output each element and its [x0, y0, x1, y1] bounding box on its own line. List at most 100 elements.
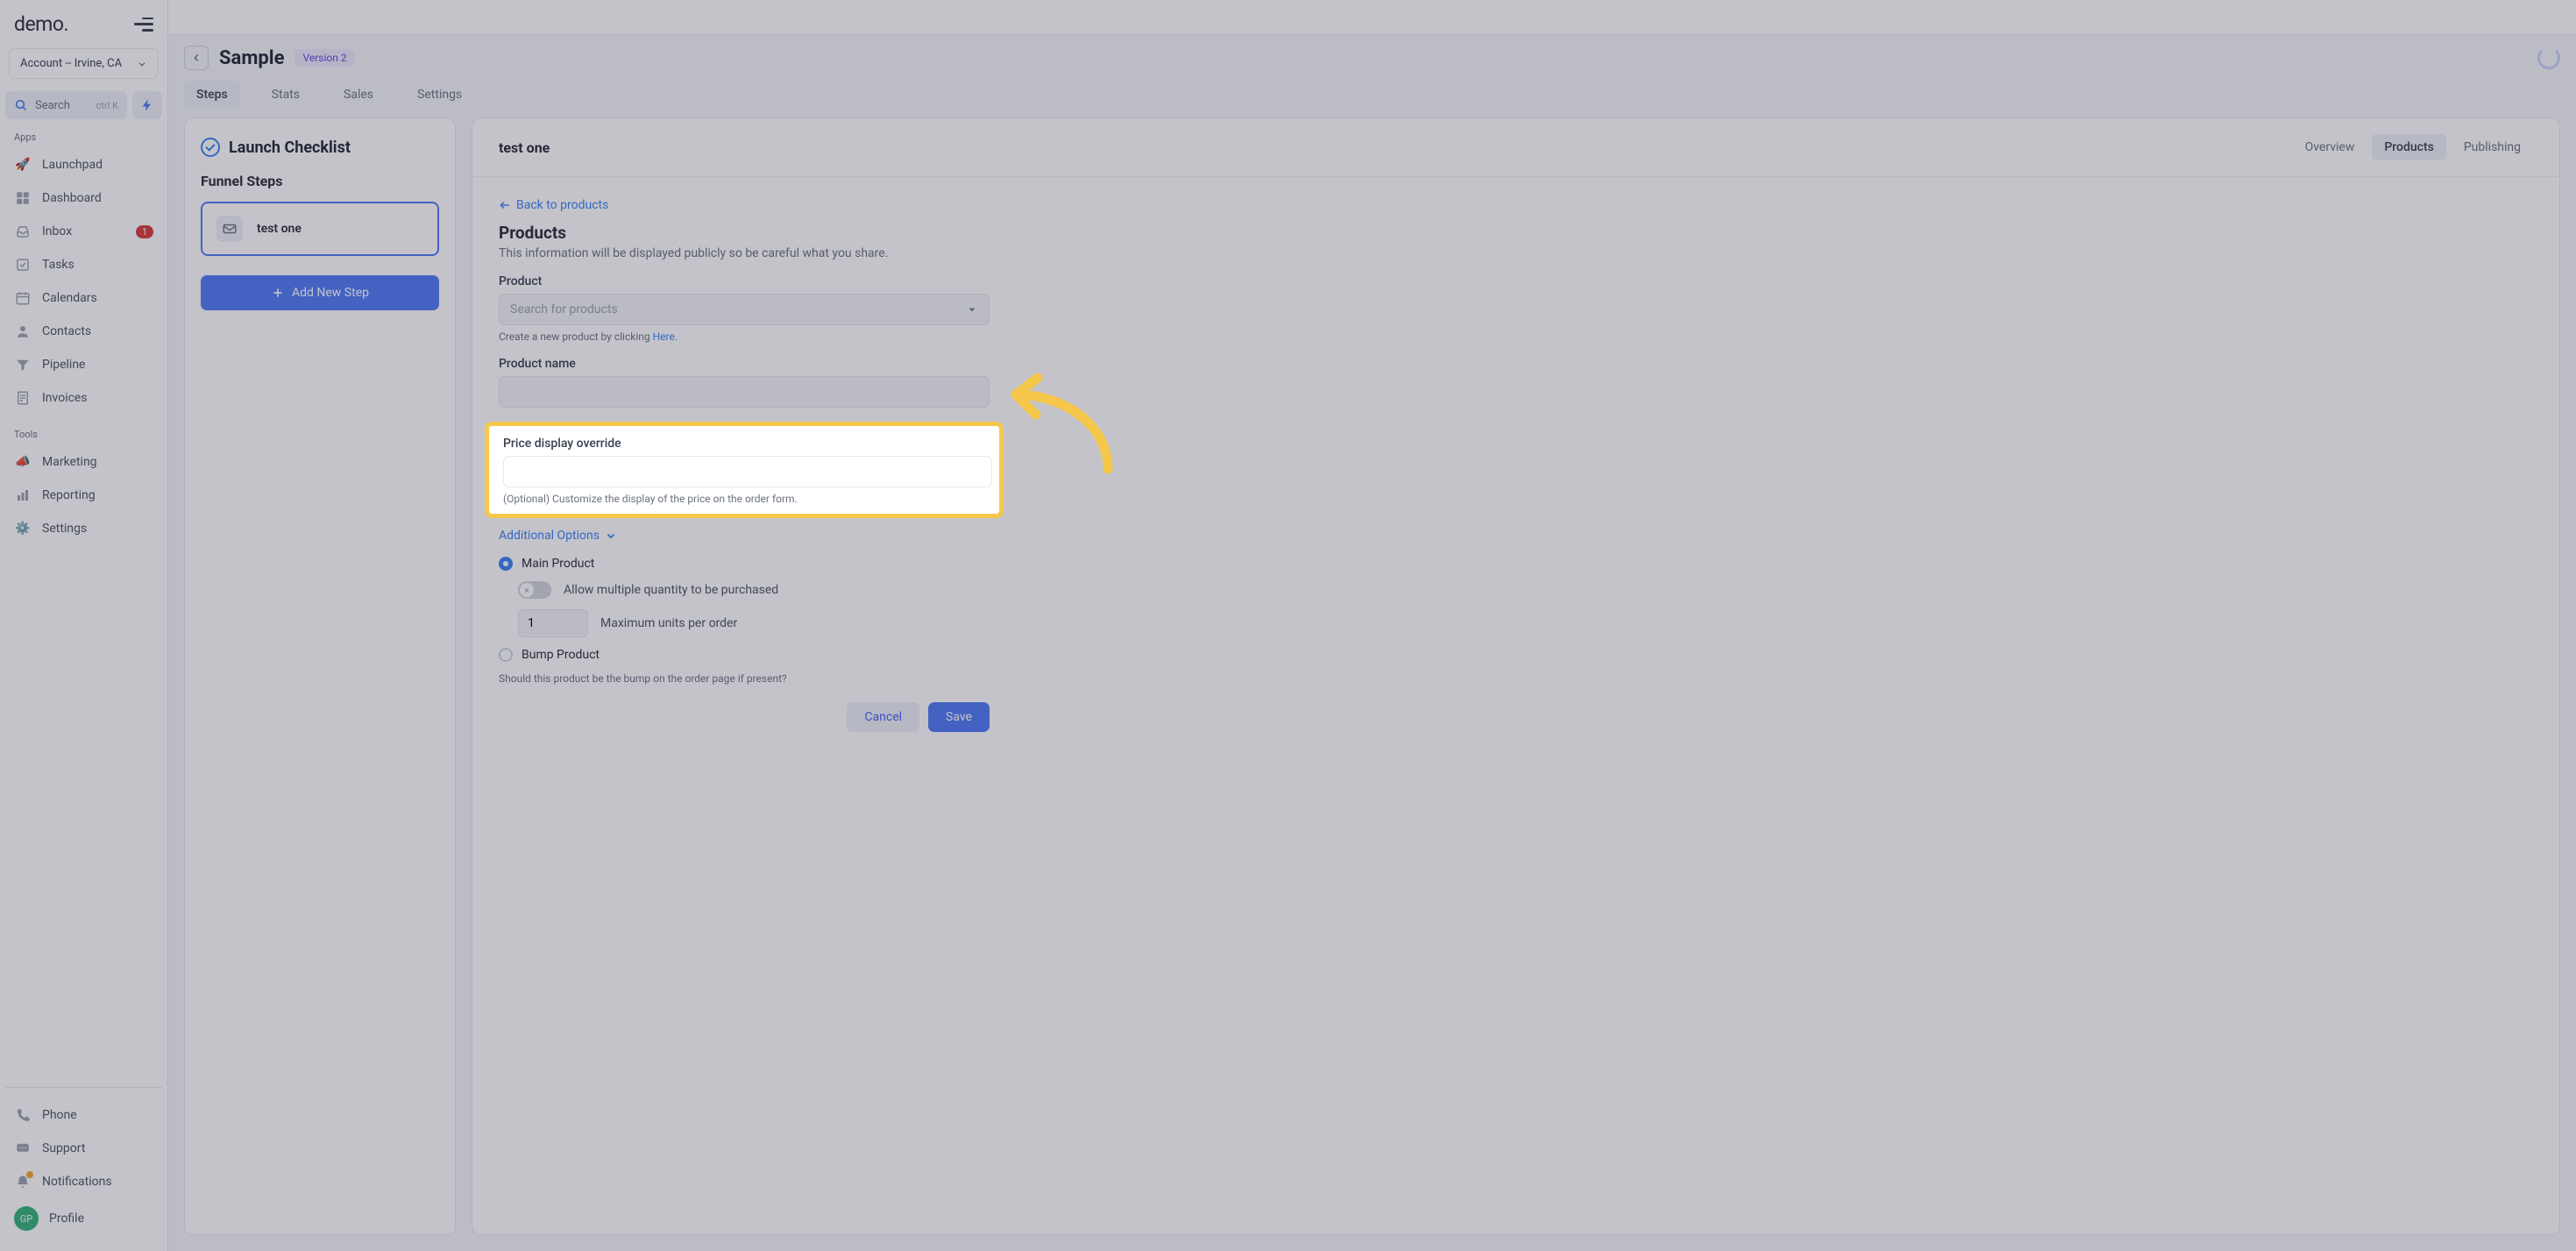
detail-panel: test one Overview Products Publishing Ba… — [472, 117, 2560, 1235]
invoice-icon — [14, 389, 32, 407]
page-header: Sample Version 2 — [168, 35, 2576, 81]
plus-icon — [271, 286, 285, 300]
nav-tasks[interactable]: Tasks — [5, 248, 162, 281]
max-units-input[interactable] — [518, 609, 588, 637]
launch-checklist-title[interactable]: Launch Checklist — [229, 139, 351, 157]
nav-launchpad[interactable]: 🚀Launchpad — [5, 148, 162, 181]
detail-tab-overview[interactable]: Overview — [2293, 134, 2367, 160]
product-name-input[interactable] — [499, 376, 990, 408]
envelope-icon — [216, 216, 243, 242]
main-product-label: Main Product — [522, 557, 594, 571]
chevron-left-icon — [190, 52, 202, 64]
product-placeholder: Search for products — [510, 302, 618, 316]
price-override-helper: (Optional) Customize the display of the … — [500, 493, 989, 505]
calendar-icon — [14, 289, 32, 307]
allow-multiple-toggle[interactable] — [518, 581, 551, 599]
account-label: Account -- Irvine, CA — [20, 57, 122, 70]
main: Sample Version 2 Steps Stats Sales Setti… — [168, 0, 2576, 1251]
section-heading: Products — [499, 223, 2533, 243]
product-helper: Create a new product by clicking Here. — [499, 331, 990, 343]
step-name: test one — [257, 222, 302, 236]
additional-options-toggle[interactable]: Additional Options — [499, 529, 617, 543]
search-kbd: ctrl K — [96, 100, 118, 111]
tab-settings[interactable]: Settings — [405, 81, 474, 109]
detail-title: test one — [499, 139, 550, 156]
caret-down-icon — [966, 303, 978, 316]
bump-helper: Should this product be the bump on the o… — [499, 672, 990, 685]
product-label: Product — [499, 274, 990, 288]
chevron-down-icon — [605, 530, 617, 542]
save-button[interactable]: Save — [928, 702, 990, 732]
detail-tab-products[interactable]: Products — [2372, 134, 2446, 160]
user-icon — [14, 323, 32, 340]
megaphone-icon: 📣 — [14, 453, 32, 471]
tab-sales[interactable]: Sales — [331, 81, 386, 109]
bump-product-radio[interactable] — [499, 648, 513, 662]
bolt-icon — [140, 98, 154, 112]
account-selector[interactable]: Account -- Irvine, CA — [9, 48, 159, 79]
tab-steps[interactable]: Steps — [184, 81, 240, 109]
product-name-label: Product name — [499, 357, 990, 371]
nav-dashboard[interactable]: Dashboard — [5, 181, 162, 215]
max-units-label: Maximum units per order — [600, 616, 737, 630]
nav-footer: Phone Support Notifications GPProfile — [5, 1098, 162, 1239]
phone-icon — [14, 1106, 32, 1124]
nav-inbox[interactable]: Inbox1 — [5, 215, 162, 248]
inbox-badge: 1 — [136, 225, 153, 238]
section-tools-label: Tools — [5, 425, 162, 445]
steps-panel: Launch Checklist Funnel Steps test one A… — [184, 117, 456, 1235]
bell-icon — [14, 1173, 32, 1191]
filter-icon — [14, 356, 32, 373]
step-card[interactable]: test one — [201, 202, 439, 256]
add-step-button[interactable]: Add New Step — [201, 275, 439, 310]
topbar — [168, 0, 2576, 35]
check-circle-icon — [201, 138, 220, 157]
highlight-price-override: Price display override (Optional) Custom… — [485, 422, 1004, 518]
collapse-sidebar-button[interactable] — [134, 18, 153, 32]
price-override-label: Price display override — [500, 437, 989, 451]
section-apps-label: Apps — [5, 128, 162, 148]
nav-tools: 📣Marketing Reporting ⚙️Settings — [5, 445, 162, 545]
avatar: GP — [14, 1206, 39, 1231]
funnel-steps-title: Funnel Steps — [201, 173, 439, 189]
inbox-icon — [14, 223, 32, 240]
dashboard-icon — [14, 189, 32, 207]
tab-stats[interactable]: Stats — [259, 81, 312, 109]
nav-calendars[interactable]: Calendars — [5, 281, 162, 315]
nav-invoices[interactable]: Invoices — [5, 381, 162, 415]
version-badge: Version 2 — [295, 49, 354, 67]
cancel-button[interactable]: Cancel — [847, 702, 919, 732]
detail-tab-publishing[interactable]: Publishing — [2452, 134, 2533, 160]
arrow-left-icon — [499, 199, 511, 211]
back-to-products-link[interactable]: Back to products — [499, 198, 608, 212]
chart-icon — [14, 487, 32, 504]
nav-apps: 🚀Launchpad Dashboard Inbox1 Tasks Calend… — [5, 148, 162, 415]
search-input[interactable]: Search ctrl K — [5, 91, 127, 119]
search-label: Search — [35, 99, 70, 112]
loading-spinner — [2537, 46, 2560, 69]
price-override-input[interactable] — [503, 456, 992, 487]
chat-icon — [14, 1140, 32, 1157]
product-form: Back to products Products This informati… — [472, 177, 2559, 753]
gear-icon: ⚙️ — [14, 520, 32, 537]
nav-phone[interactable]: Phone — [5, 1098, 162, 1132]
sidebar: demo. Account -- Irvine, CA Search ctrl … — [0, 0, 168, 1251]
nav-notifications[interactable]: Notifications — [5, 1165, 162, 1198]
nav-support[interactable]: Support — [5, 1132, 162, 1165]
nav-profile[interactable]: GPProfile — [5, 1198, 162, 1239]
quick-action-button[interactable] — [132, 91, 162, 119]
rocket-icon: 🚀 — [14, 156, 32, 174]
nav-contacts[interactable]: Contacts — [5, 315, 162, 348]
nav-marketing[interactable]: 📣Marketing — [5, 445, 162, 479]
product-select[interactable]: Search for products — [499, 294, 990, 325]
main-product-radio[interactable] — [499, 557, 513, 571]
chevron-down-icon — [137, 59, 147, 69]
nav-settings[interactable]: ⚙️Settings — [5, 512, 162, 545]
nav-pipeline[interactable]: Pipeline — [5, 348, 162, 381]
back-button[interactable] — [184, 46, 209, 70]
tasks-icon — [14, 256, 32, 274]
allow-multiple-label: Allow multiple quantity to be purchased — [564, 583, 778, 597]
brand-logo: demo. — [14, 12, 68, 36]
nav-reporting[interactable]: Reporting — [5, 479, 162, 512]
create-product-link[interactable]: Here. — [653, 331, 678, 343]
